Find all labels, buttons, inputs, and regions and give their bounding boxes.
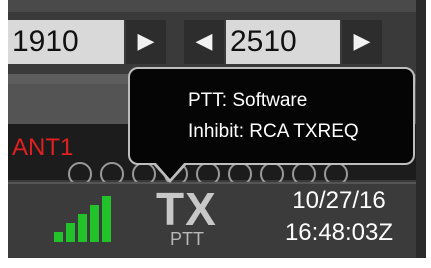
signal-bar bbox=[78, 214, 87, 242]
signal-strength-icon bbox=[54, 196, 116, 242]
tooltip-ptt-line: PTT: Software bbox=[188, 90, 308, 111]
signal-bar bbox=[102, 196, 111, 242]
tx-source-label: PTT bbox=[170, 229, 204, 249]
status-time: 16:48:03Z bbox=[284, 219, 394, 246]
upper-frequency-increase-button[interactable]: ▶ bbox=[342, 20, 382, 64]
tooltip-pointer-fill bbox=[155, 162, 185, 179]
left-arrow-icon: ◀ bbox=[195, 29, 213, 54]
status-date: 10/27/16 bbox=[292, 187, 386, 214]
tx-tooltip bbox=[128, 67, 415, 165]
signal-bar bbox=[90, 205, 99, 242]
right-arrow-icon: ▶ bbox=[353, 29, 371, 54]
lower-frequency-field[interactable]: 1910 bbox=[8, 20, 124, 64]
signal-bar bbox=[54, 232, 63, 242]
frequency-row: 1910 ▶ ◀ 2510 ▶ bbox=[8, 20, 416, 64]
tooltip-inhibit-line: Inhibit: RCA TXREQ bbox=[188, 121, 359, 142]
signal-bar bbox=[66, 223, 75, 242]
window-edge bbox=[416, 0, 426, 258]
upper-frequency-field[interactable]: 2510 bbox=[226, 20, 340, 64]
upper-frequency-decrease-button[interactable]: ◀ bbox=[184, 20, 224, 64]
tx-indicator[interactable]: TX bbox=[156, 182, 217, 236]
lower-frequency-increase-button[interactable]: ▶ bbox=[126, 20, 166, 64]
antenna-label[interactable]: ANT1 bbox=[12, 134, 73, 162]
top-strip bbox=[8, 0, 416, 12]
right-arrow-icon: ▶ bbox=[137, 29, 155, 54]
